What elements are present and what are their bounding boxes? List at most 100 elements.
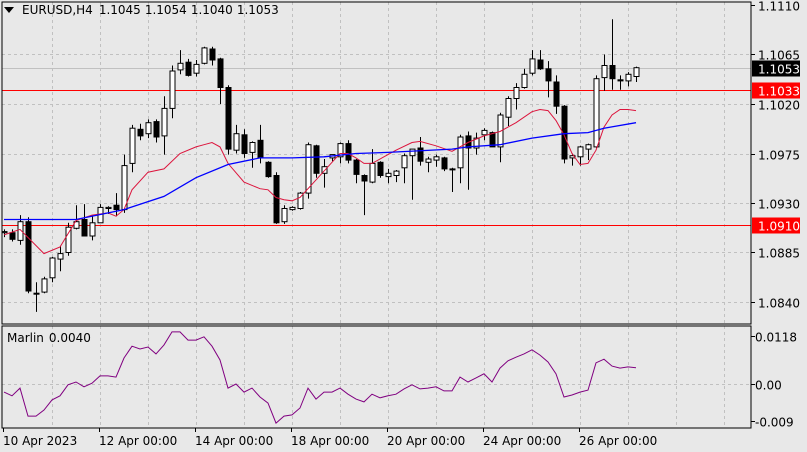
bullish-candle (449, 168, 456, 171)
bearish-candle (273, 175, 280, 224)
open-value: 1.1045 (98, 3, 141, 17)
bearish-candle (257, 139, 264, 159)
bullish-candle (201, 47, 208, 64)
x-tick-label: 26 Apr 00:00 (579, 434, 657, 448)
bullish-candle (481, 129, 488, 136)
bullish-candle (593, 78, 600, 148)
bearish-candle (617, 79, 624, 82)
bearish-candle (185, 61, 192, 76)
bullish-candle (145, 122, 152, 135)
y-tick-label: 1.0885 (758, 247, 800, 261)
bearish-candle (9, 232, 16, 240)
bullish-candle (633, 67, 640, 77)
bearish-candle (609, 65, 616, 80)
bullish-candle (161, 107, 168, 137)
bullish-candle (393, 170, 400, 177)
bearish-candle (345, 143, 352, 161)
x-tick-label: 14 Apr 00:00 (195, 434, 273, 448)
symbol-label: EURUSD,H4 (22, 3, 93, 17)
bearish-candle (217, 58, 224, 89)
chart-header: EURUSD,H4 1.1045 1.1054 1.1040 1.1053 (4, 3, 279, 17)
x-tick-label: 24 Apr 00:00 (483, 434, 561, 448)
indicator-y-tick-label: 0.0118 (755, 331, 797, 345)
bullish-candle (425, 158, 432, 163)
x-tick-label: 12 Apr 00:00 (99, 434, 177, 448)
bullish-candle (401, 155, 408, 169)
y-tick-label: 1.1065 (758, 49, 800, 63)
bullish-candle (513, 87, 520, 99)
bearish-candle (361, 175, 368, 182)
bearish-candle (153, 121, 160, 138)
bullish-candle (521, 73, 528, 89)
indicator-y-tick-label: -0.009 (755, 416, 794, 430)
x-tick-label: 18 Apr 00:00 (291, 434, 369, 448)
bullish-candle (177, 62, 184, 71)
marlin-line (3, 331, 637, 424)
y-tick-label: 1.1110 (758, 0, 800, 14)
bullish-candle (41, 278, 48, 293)
y-tick-label: 1.0975 (758, 149, 800, 163)
bullish-candle (169, 70, 176, 109)
high-value: 1.1054 (144, 3, 187, 17)
indicator-value: 0.0040 (48, 331, 91, 345)
bearish-candle (353, 159, 360, 175)
bullish-candle (129, 127, 136, 164)
close-value: 1.1053 (236, 3, 279, 17)
bullish-candle (369, 162, 376, 183)
bullish-candle (57, 253, 64, 260)
bullish-candle (49, 257, 56, 279)
bullish-candle (529, 58, 536, 74)
current-price-label: 1.1053 (758, 63, 800, 77)
indicator-name: Marlin (7, 331, 44, 345)
bearish-candle (313, 145, 320, 174)
bearish-candle (241, 134, 248, 155)
bullish-candle (289, 206, 296, 211)
low-value: 1.1040 (190, 3, 233, 17)
bullish-candle (281, 208, 288, 223)
y-tick-label: 1.0930 (758, 198, 800, 212)
bullish-candle (105, 206, 112, 209)
bullish-candle (385, 172, 392, 178)
bearish-candle (25, 221, 32, 292)
slow-moving-average-line (4, 122, 637, 221)
bullish-candle (89, 222, 96, 237)
bullish-candle (433, 156, 440, 161)
bearish-candle (265, 161, 272, 178)
bullish-candle (233, 133, 240, 151)
bullish-candle (601, 65, 608, 79)
marlin-indicator (3, 331, 637, 424)
moving-averages (3, 108, 637, 255)
indicator-header: Marlin 0.0040 (7, 331, 91, 345)
bearish-candle (553, 81, 560, 107)
candles (1, 19, 640, 312)
price-chart[interactable]: 1.1110 1.1065 1.1020 1.0975 1.0930 1.0885 1.08… (0, 0, 807, 452)
bullish-candle (577, 146, 584, 158)
bullish-candle (1, 231, 8, 234)
level-price-label: 1.1033 (758, 85, 800, 99)
bearish-candle (417, 147, 424, 162)
bearish-candle (545, 68, 552, 82)
fast-moving-average-line (3, 108, 637, 255)
y-tick-label: 1.1020 (758, 99, 800, 113)
bearish-candle (81, 219, 88, 237)
bearish-candle (137, 128, 144, 137)
bullish-candle (457, 136, 464, 169)
bearish-candle (441, 157, 448, 170)
x-tick-label: 10 Apr 2023 (3, 434, 77, 448)
bullish-candle (33, 292, 40, 295)
level-price-label: 1.0910 (758, 220, 800, 234)
bullish-candle (585, 144, 592, 150)
bullish-candle (409, 148, 416, 157)
bearish-candle (113, 204, 120, 211)
dropdown-triangle-icon[interactable] (4, 7, 14, 13)
bullish-candle (625, 73, 632, 82)
bearish-candle (537, 59, 544, 70)
bearish-candle (377, 161, 384, 177)
x-tick-label: 20 Apr 00:00 (387, 434, 465, 448)
main-pane-border (1, 1, 752, 325)
bearish-candle (209, 48, 216, 61)
axes: 1.1110 1.1065 1.1020 1.0975 1.0930 1.0885 1.08… (3, 0, 800, 448)
horizontal-levels (2, 68, 751, 226)
indicator-y-tick-label: 0.00 (755, 379, 782, 393)
bearish-candle (225, 87, 232, 150)
